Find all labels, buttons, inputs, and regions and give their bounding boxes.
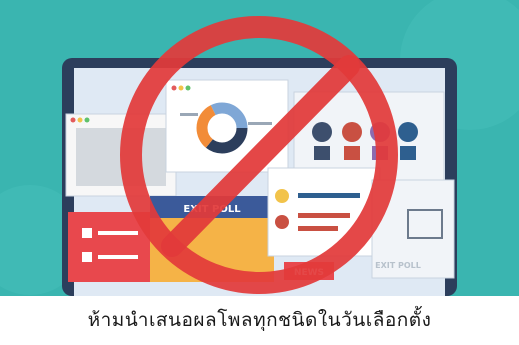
no-exit-poll-illustration: EXIT POLL EXIT POLL NEWS: [0, 0, 519, 296]
faded-exit-poll-label: EXIT POLL: [375, 261, 421, 270]
caption: ห้ามนำเสนอผลโพลทุกชนิดในวันเลือกตั้ง: [0, 296, 519, 345]
image-stage: EXIT POLL EXIT POLL NEWS ห้ามนำเสนอผลโพล…: [0, 0, 519, 345]
